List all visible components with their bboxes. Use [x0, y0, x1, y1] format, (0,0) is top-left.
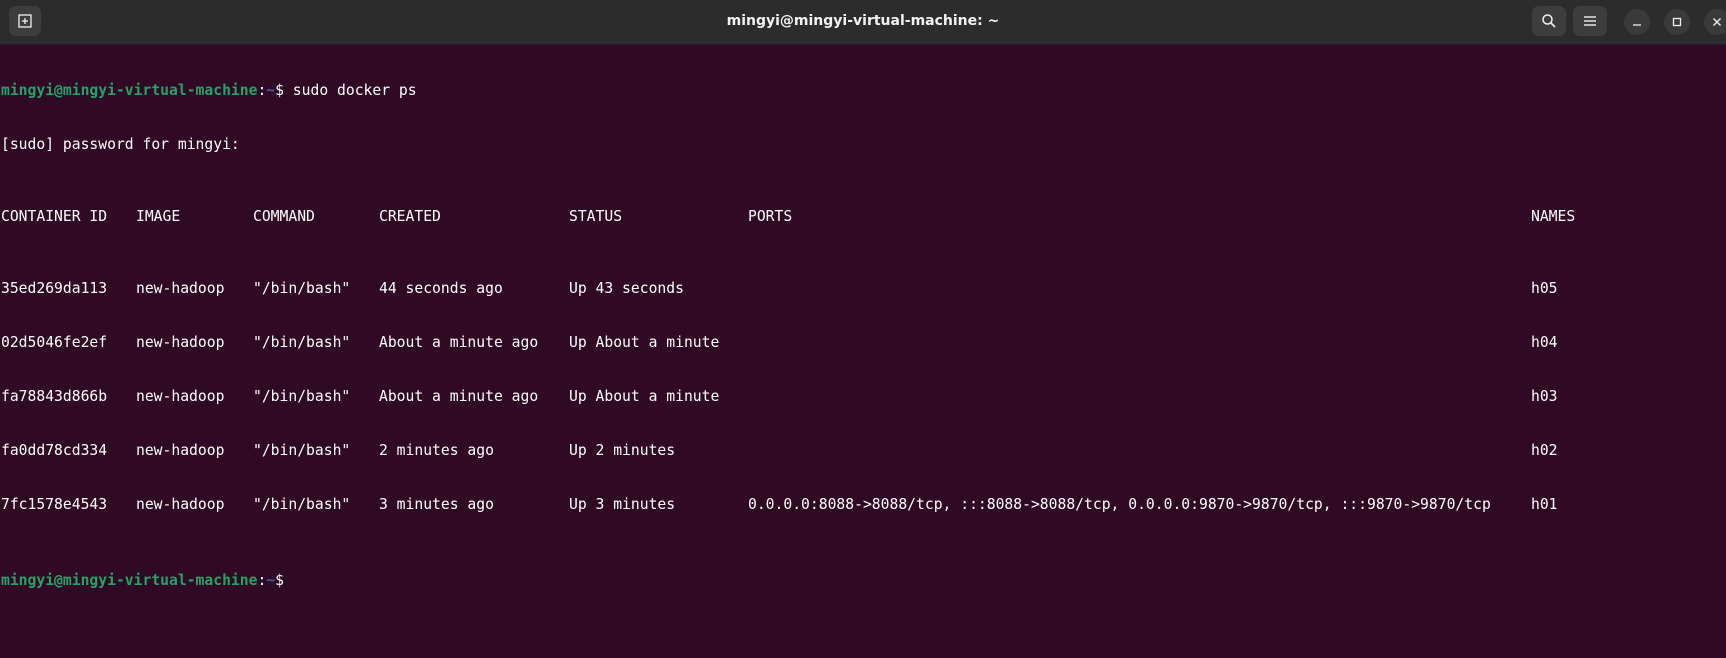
container-name: h01: [1531, 496, 1558, 513]
prompt-user-host: mingyi@mingyi-virtual-machine: [1, 572, 258, 589]
close-button[interactable]: [1704, 9, 1726, 35]
table-row: 7fc1578e4543 new-hadoop "/bin/bash" 3 mi…: [1, 496, 1721, 514]
container-id: fa0dd78cd334: [1, 442, 108, 459]
text-cursor[interactable]: [284, 568, 293, 585]
command-text: sudo docker ps: [283, 82, 417, 99]
created: 2 minutes ago: [379, 442, 494, 459]
menu-button[interactable]: [1573, 6, 1607, 36]
created: About a minute ago: [379, 388, 539, 405]
container-id: fa78843d866b: [1, 388, 108, 405]
container-name: h05: [1531, 280, 1558, 297]
header-status: STATUS: [569, 208, 623, 225]
container-id: 7fc1578e4543: [1, 496, 108, 513]
minimize-icon: [1633, 24, 1641, 26]
ports: 0.0.0.0:8088->8088/tcp, :::8088->8088/tc…: [748, 496, 1491, 513]
search-button[interactable]: [1532, 6, 1566, 36]
container-name: h02: [1531, 442, 1558, 459]
table-row: fa78843d866b new-hadoop "/bin/bash" Abou…: [1, 388, 1721, 406]
header-command: COMMAND: [253, 208, 315, 225]
status: Up 43 seconds: [569, 280, 684, 297]
status: Up 2 minutes: [569, 442, 676, 459]
prompt-separator: :: [257, 572, 267, 589]
prompt-symbol: $: [275, 82, 284, 99]
header-image: IMAGE: [136, 208, 181, 225]
header-container-id: CONTAINER ID: [1, 208, 108, 225]
title-bar: mingyi@mingyi-virtual-machine: ~: [0, 0, 1726, 45]
minimize-button[interactable]: [1624, 9, 1650, 35]
table-row: fa0dd78cd334 new-hadoop "/bin/bash" 2 mi…: [1, 442, 1721, 460]
command: "/bin/bash": [253, 388, 351, 405]
table-row: 02d5046fe2ef new-hadoop "/bin/bash" Abou…: [1, 334, 1721, 352]
search-icon: [1542, 14, 1556, 28]
command: "/bin/bash": [253, 280, 351, 297]
terminal-window: mingyi@mingyi-virtual-machine: ~ mingyi@…: [0, 0, 1726, 589]
command: "/bin/bash": [253, 442, 351, 459]
prompt-path: ~: [266, 572, 276, 589]
header-created: CREATED: [379, 208, 441, 225]
container-id: 02d5046fe2ef: [1, 334, 108, 351]
close-icon: [1713, 18, 1721, 26]
command: "/bin/bash": [253, 334, 351, 351]
current-prompt-line: mingyi@mingyi-virtual-machine:~$: [1, 568, 1721, 589]
command: "/bin/bash": [253, 496, 351, 513]
header-names: NAMES: [1531, 208, 1576, 225]
image: new-hadoop: [136, 388, 225, 405]
maximize-icon: [1672, 17, 1682, 27]
created: 3 minutes ago: [379, 496, 494, 513]
image: new-hadoop: [136, 334, 225, 351]
terminal-output[interactable]: mingyi@mingyi-virtual-machine:~$ sudo do…: [1, 46, 1721, 589]
hamburger-menu-icon: [1584, 16, 1596, 26]
new-tab-button[interactable]: [9, 6, 41, 36]
status: Up About a minute: [569, 334, 720, 351]
prompt-user-host: mingyi@mingyi-virtual-machine: [1, 82, 258, 99]
container-name: h03: [1531, 388, 1558, 405]
header-ports: PORTS: [748, 208, 793, 225]
sudo-prompt-line: [sudo] password for mingyi:: [1, 136, 240, 153]
image: new-hadoop: [136, 280, 225, 297]
new-tab-icon: [18, 14, 32, 28]
image: new-hadoop: [136, 442, 225, 459]
prompt-separator: :: [257, 82, 267, 99]
container-id: 35ed269da113: [1, 280, 108, 297]
maximize-button[interactable]: [1664, 9, 1690, 35]
command-line: mingyi@mingyi-virtual-machine:~$ sudo do…: [1, 82, 1721, 100]
window-title: mingyi@mingyi-virtual-machine: ~: [726, 13, 1000, 29]
created: 44 seconds ago: [379, 280, 503, 297]
table-header: CONTAINER ID IMAGE COMMAND CREATED STATU…: [1, 208, 1721, 226]
status: Up About a minute: [569, 388, 720, 405]
container-name: h04: [1531, 334, 1558, 351]
created: About a minute ago: [379, 334, 539, 351]
prompt-symbol: $: [275, 572, 284, 589]
table-row: 35ed269da113 new-hadoop "/bin/bash" 44 s…: [1, 280, 1721, 298]
prompt-path: ~: [266, 82, 276, 99]
image: new-hadoop: [136, 496, 225, 513]
status: Up 3 minutes: [569, 496, 676, 513]
